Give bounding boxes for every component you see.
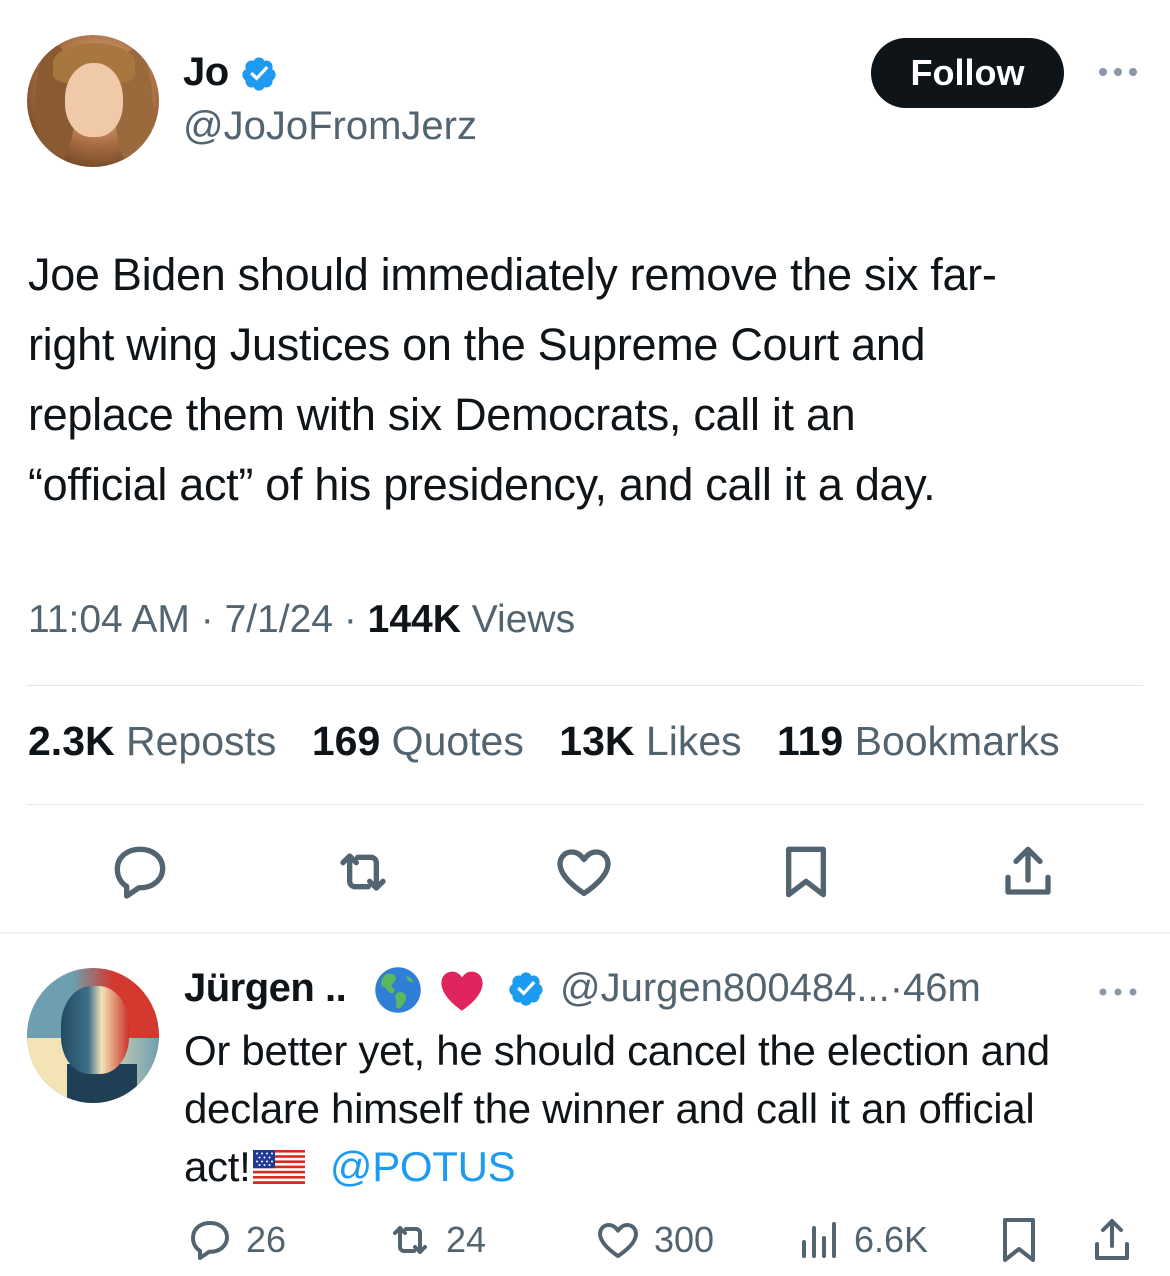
separator-dot: · [200,598,225,641]
repost-count: 24 [446,1219,487,1260]
reply-author-avatar[interactable] [27,968,159,1103]
tweet-stats: 2.3K Reposts 169 Quotes 13K Likes 119 Bo… [28,718,1084,765]
verified-badge-icon [509,972,543,1006]
share-icon[interactable] [1088,1214,1136,1266]
like-action[interactable]: 300 [594,1214,714,1266]
tweet-date[interactable]: 7/1/24 [225,598,333,641]
like-count: 300 [654,1219,715,1260]
reply-text-line: act! @POTUS [184,1143,516,1190]
reply-icon[interactable] [108,840,172,904]
red-heart-emoji-icon [441,971,483,1011]
tweet-meta: 11:04 AM · 7/1/24 · 144K Views [28,598,575,642]
reply-age[interactable]: 46m [903,966,981,1010]
reply-text-line: declare himself the winner and call it a… [184,1085,1035,1132]
reply-author-meta: @Jurgen800484...·46m [560,966,981,1011]
bookmark-icon[interactable] [774,840,838,904]
tweet-text-line: Joe Biden should immediately remove the … [28,249,997,300]
repost-icon [393,1226,427,1254]
more-options-icon[interactable] [1097,982,1139,1002]
reply-text: Or better yet, he should cancel the elec… [184,1022,1154,1196]
repost-action[interactable]: 24 [386,1214,486,1266]
reply-count: 26 [246,1219,287,1260]
globe-americas-emoji-icon [375,967,421,1013]
views-action[interactable]: 6.6K [794,1214,928,1266]
author-handle[interactable]: @JoJoFromJerz [183,104,477,149]
tweet-text-line: “official act” of his presidency, and ca… [28,459,936,510]
divider [27,804,1143,805]
separator-dot: · [889,966,904,1010]
reply-icon [191,1221,229,1260]
views-count: 6.6K [854,1219,929,1260]
divider [27,685,1143,686]
share-icon[interactable] [996,840,1060,904]
bookmark-icon[interactable] [995,1214,1043,1266]
mention-link[interactable]: @POTUS [330,1143,516,1190]
tweet-text-line: replace them with six Democrats, call it… [28,389,856,440]
views-count: 144K [367,598,461,641]
analytics-icon [802,1222,836,1258]
reposts-stat[interactable]: 2.3K Reposts [28,718,276,764]
separator-dot: · [343,598,368,641]
quotes-stat[interactable]: 169 Quotes [312,718,524,764]
author-avatar[interactable] [27,35,159,167]
tweet-text-line: right wing Justices on the Supreme Court… [28,319,926,370]
like-icon[interactable] [552,840,616,904]
views-label: Views [471,598,576,641]
repost-icon[interactable] [331,840,395,904]
divider [0,932,1170,934]
bookmarks-stat[interactable]: 119 Bookmarks [777,718,1060,764]
reply-action[interactable]: 26 [186,1214,286,1266]
like-icon [598,1223,638,1258]
follow-button[interactable]: Follow [871,38,1064,108]
tweet-time[interactable]: 11:04 AM [28,598,190,641]
reply-text-line: Or better yet, he should cancel the elec… [184,1027,1050,1074]
tweet-text: Joe Biden should immediately remove the … [28,240,1148,520]
reply-author-name[interactable]: Jürgen .. [184,966,347,1011]
likes-stat[interactable]: 13K Likes [559,718,741,764]
author-name[interactable]: Jo [183,50,229,95]
reply-author-handle[interactable]: @Jurgen800484... [560,966,890,1010]
us-flag-emoji-icon [252,1150,305,1184]
verified-badge-icon [242,57,276,91]
more-options-icon[interactable] [1097,60,1139,84]
